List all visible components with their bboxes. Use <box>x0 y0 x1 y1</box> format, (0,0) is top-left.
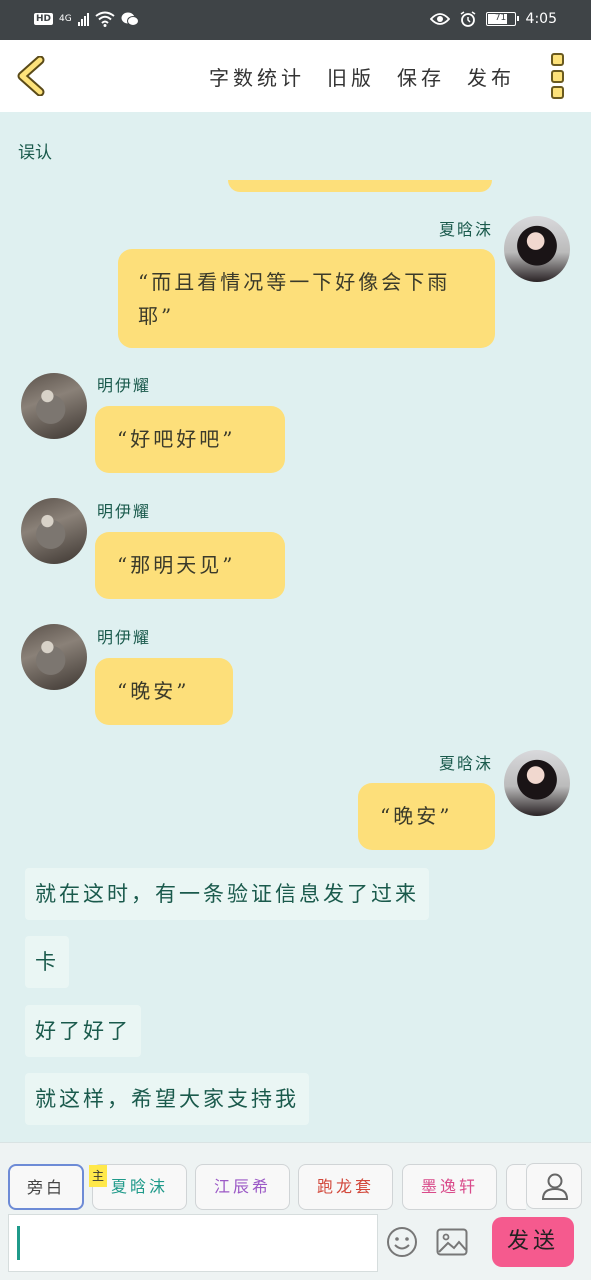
role-jiangchenxi-button[interactable]: 江辰希 <box>195 1164 290 1210</box>
message-input[interactable] <box>8 1214 378 1272</box>
input-bar: 发送 <box>0 1212 591 1280</box>
role-selector: 旁白 夏晗沫 主 江辰希 跑龙套 墨逸轩 <box>0 1142 591 1212</box>
avatar[interactable] <box>504 750 570 816</box>
signal-icon <box>77 12 89 26</box>
speaker-name: 夏晗沫 <box>438 220 493 239</box>
text-cursor <box>17 1226 20 1260</box>
message-bubble[interactable]: “那明天见” <box>95 532 285 599</box>
more-menu-icon[interactable] <box>551 53 567 99</box>
avatar[interactable] <box>21 373 87 439</box>
alarm-icon <box>460 11 475 27</box>
publish-button[interactable]: 发布 <box>467 62 515 91</box>
speaker-name: 明伊耀 <box>97 376 152 395</box>
wechat-icon <box>121 12 139 26</box>
person-icon <box>541 1173 569 1200</box>
role-narrator-button[interactable]: 旁白 <box>8 1164 84 1210</box>
save-button[interactable]: 保存 <box>397 62 445 91</box>
main-role-badge: 主 <box>89 1165 107 1187</box>
eye-icon <box>429 13 450 25</box>
message-bubble-partial[interactable] <box>228 180 492 192</box>
network-type: 4G <box>59 14 72 24</box>
old-version-button[interactable]: 旧版 <box>327 62 375 91</box>
clock: 4:05 <box>525 11 557 27</box>
message-bubble[interactable]: “晚安” <box>95 658 233 725</box>
message-bubble[interactable]: “好吧好吧” <box>95 406 285 473</box>
narration-line[interactable]: 好了好了 <box>25 1005 141 1057</box>
role-moyixuan-button[interactable]: 墨逸轩 <box>402 1164 497 1210</box>
image-icon[interactable] <box>436 1228 468 1256</box>
speaker-name: 明伊耀 <box>97 502 152 521</box>
speaker-name: 夏晗沫 <box>438 754 493 773</box>
status-bar: HD 4G 71 4:05 <box>0 0 591 40</box>
role-manage-button[interactable] <box>526 1163 582 1209</box>
wifi-icon <box>95 11 115 27</box>
speaker-name: 明伊耀 <box>97 628 152 647</box>
avatar[interactable] <box>21 498 87 564</box>
hd-indicator: HD <box>34 13 54 25</box>
chat-area[interactable]: 误认 夏晗沫 “而且看情况等一下好像会下雨耶” 明伊耀 “好吧好吧” 明伊耀 “… <box>0 112 591 1142</box>
narration-line[interactable]: 卡 <box>25 936 69 988</box>
role-paolongtao-button[interactable]: 跑龙套 <box>298 1164 393 1210</box>
message-bubble[interactable]: “而且看情况等一下好像会下雨耶” <box>118 249 495 348</box>
battery-icon: 71 <box>485 12 519 26</box>
avatar[interactable] <box>504 216 570 282</box>
message-bubble[interactable]: “晚安” <box>358 783 495 850</box>
top-toolbar: 字数统计 旧版 保存 发布 <box>0 40 591 112</box>
narration-line[interactable]: 就在这时，有一条验证信息发了过来 <box>25 868 429 920</box>
back-chevron-icon[interactable] <box>14 56 48 96</box>
emoji-icon[interactable] <box>386 1226 418 1258</box>
chapter-note: 误认 <box>18 143 52 163</box>
send-button[interactable]: 发送 <box>492 1217 574 1267</box>
role-more-button[interactable] <box>506 1164 526 1210</box>
avatar[interactable] <box>21 624 87 690</box>
word-count-button[interactable]: 字数统计 <box>209 62 305 91</box>
narration-line[interactable]: 就这样，希望大家支持我 <box>25 1073 309 1125</box>
